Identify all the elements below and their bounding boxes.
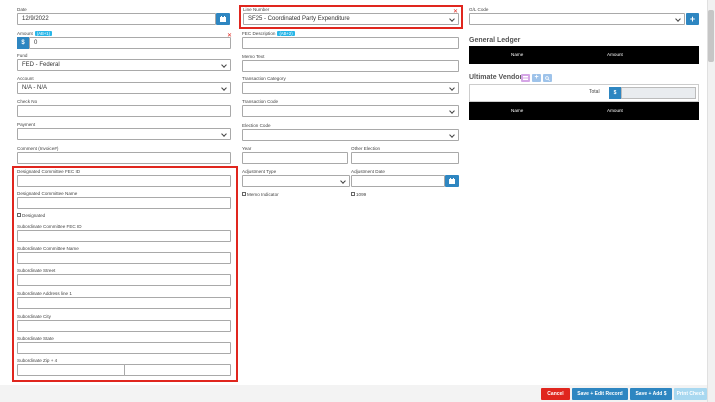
amount-input[interactable]: 0 [29,37,231,49]
memo-indicator-checkbox[interactable] [242,192,246,196]
currency-addon: $ [17,37,29,49]
list-icon [523,76,528,80]
vendor-list-button[interactable] [521,74,530,82]
subordinate-name-input[interactable] [17,252,231,264]
subordinate-fec-id-label: Subordinate Committee FEC ID [17,224,82,229]
required-marker: ✕ [227,33,233,39]
fec-description-input[interactable] [242,37,459,49]
print-check-button[interactable]: Print Check [674,388,707,400]
vendor-table-header: Name Amount [469,102,699,120]
subordinate-fec-id-input[interactable] [17,230,231,242]
subordinate-state-input[interactable] [17,342,231,354]
payment-label: Payment [17,122,36,127]
check-no-input[interactable] [17,105,231,117]
designated-name-label: Designated Committee Name [17,191,78,196]
other-election-input[interactable] [351,152,459,164]
transaction-category-label: Transaction Category [242,76,286,81]
scrollbar-thumb[interactable] [708,10,714,62]
vendor-currency-addon: $ [609,87,621,99]
plus-icon: + [689,14,696,24]
plus-icon: + [534,74,539,81]
election-code-label: Election Code [242,123,271,128]
vendor-col-name: Name [511,108,524,113]
election-code-select[interactable] [242,129,459,141]
save-add-button[interactable]: Save + Add $ [630,388,672,400]
amount-badge: (AB+1) [34,31,52,36]
other-election-label: Other Election [351,146,381,151]
subordinate-city-input[interactable] [17,320,231,332]
general-ledger-title: General Ledger [469,37,521,44]
designated-fec-id-label: Designated Committee FEC ID [17,169,81,174]
subordinate-zip-input[interactable] [17,364,125,376]
subordinate-zip4-input[interactable] [124,364,231,376]
line-number-label: Line Number [243,7,270,12]
vendor-total-label: Total [589,89,600,95]
subordinate-street-input[interactable] [17,274,231,286]
memo-indicator-label: Memo Indicator [247,192,279,197]
memo-text-label: Memo Text [242,54,265,59]
page-scrollbar[interactable] [707,0,715,402]
subordinate-street-label: Subordinate Street [17,268,56,273]
transaction-code-select[interactable] [242,105,459,117]
vendor-total-row: Total $ [469,84,699,102]
comment-label: Comment (Invoice#) [17,146,59,151]
vendor-col-amount: Amount [607,108,623,113]
year-input[interactable] [242,152,348,164]
comment-input[interactable] [17,152,231,164]
search-icon [545,75,550,81]
adjustment-type-select[interactable] [242,175,350,187]
subordinate-city-label: Subordinate City [17,314,51,319]
cancel-button[interactable]: Cancel [541,388,570,400]
fund-label: Fund [17,53,28,58]
gl-col-amount: Amount [607,52,623,57]
subordinate-address-input[interactable] [17,297,231,309]
form-1099-checkbox[interactable] [351,192,355,196]
account-select[interactable]: N/A - N/A [17,82,231,94]
fec-description-label: FEC Description (AB+2) [242,31,295,36]
transaction-category-select[interactable] [242,82,459,94]
general-ledger-table-header: Name Amount [469,46,699,64]
year-label: Year [242,146,252,151]
gl-col-name: Name [511,52,524,57]
payment-select[interactable] [17,128,231,140]
add-gl-code-button[interactable]: + [686,13,699,25]
search-vendor-button[interactable] [543,74,552,82]
gl-code-select[interactable] [469,13,685,25]
designated-checkbox-label: Designated [22,213,46,218]
vendor-total-input [621,87,696,99]
ultimate-vendor-title: Ultimate Vendor [469,74,523,81]
adjustment-date-label: Adjustment Date [351,169,385,174]
subordinate-state-label: Subordinate State [17,336,54,341]
transaction-code-label: Transaction Code [242,99,279,104]
memo-text-input[interactable] [242,60,459,72]
designated-name-input[interactable] [17,197,231,209]
line-number-select[interactable]: SF25 - Coordinated Party Expenditure [243,13,459,25]
designated-checkbox[interactable] [17,213,21,217]
required-marker: ✕ [453,9,459,15]
date-picker-button[interactable] [216,13,230,25]
account-label: Account [17,76,34,81]
fec-description-badge: (AB+2) [277,31,295,36]
designated-fec-id-input[interactable] [17,175,231,187]
save-edit-record-button[interactable]: Save + Edit Record [572,388,628,400]
gl-code-label: G/L Code [469,7,489,12]
subordinate-zip-label: Subordinate Zip + 4 [17,358,58,363]
form-1099-label: 1099 [356,192,367,197]
amount-label: Amount (AB+1) [17,31,52,36]
adjustment-type-label: Adjustment Type [242,169,277,174]
fund-select[interactable]: FED - Federal [17,59,231,71]
subordinate-address-label: Subordinate Address line 1 [17,291,72,296]
check-no-label: Check No [17,99,38,104]
date-label: Date [17,7,27,12]
calendar-icon [220,16,226,22]
date-input[interactable]: 12/9/2022 [17,13,216,25]
adjustment-date-input[interactable] [351,175,445,187]
adjustment-date-picker-button[interactable] [445,175,459,187]
add-vendor-button[interactable]: + [532,74,541,82]
subordinate-name-label: Subordinate Committee Name [17,246,79,251]
calendar-icon [449,178,455,184]
